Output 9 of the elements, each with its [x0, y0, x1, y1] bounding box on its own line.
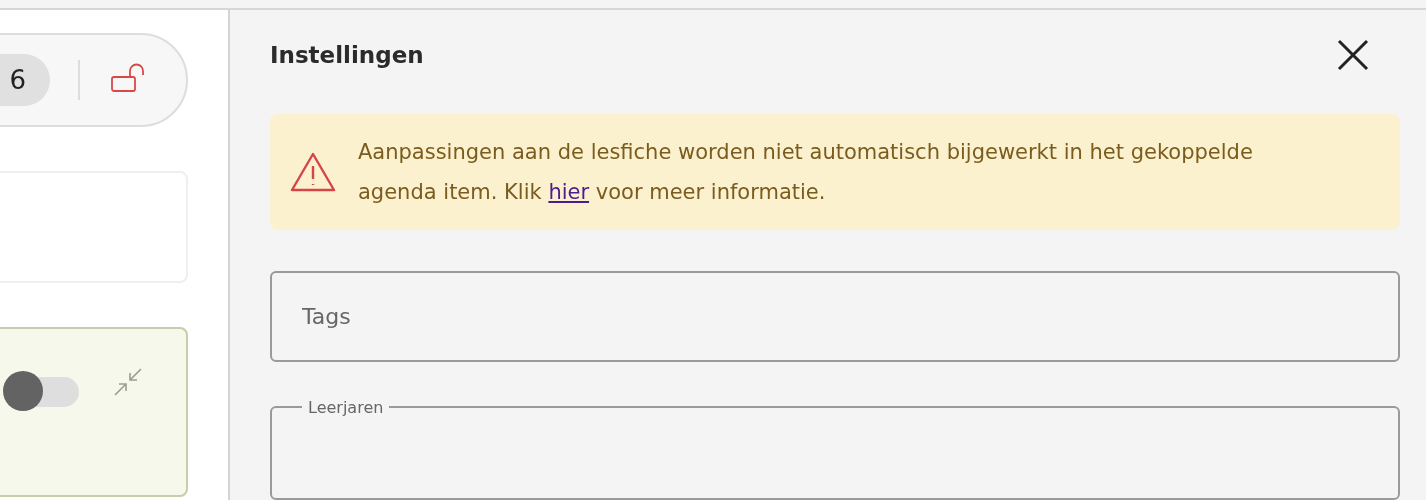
- warning-icon: [290, 150, 336, 193]
- toggle-switch[interactable]: [3, 371, 79, 413]
- number-chip[interactable]: 6: [0, 54, 50, 106]
- panel-title: Instellingen: [270, 41, 424, 68]
- close-button[interactable]: [1336, 37, 1370, 72]
- tags-input-field[interactable]: Tags: [270, 270, 1400, 362]
- warning-message: Aanpassingen aan de lesfiche worden niet automatisch bijgewerkt in het gekoppelde agenda item. Klik hier voor meer informatie.: [358, 138, 1254, 206]
- info-link[interactable]: hier: [548, 179, 590, 204]
- collapse-icon[interactable]: [113, 367, 143, 397]
